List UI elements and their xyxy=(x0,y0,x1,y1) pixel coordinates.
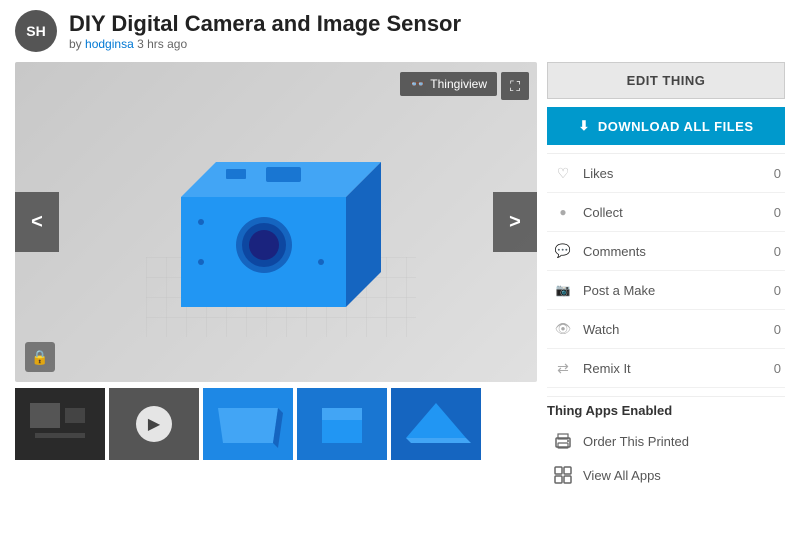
next-icon: > xyxy=(509,211,521,234)
post-make-count: 0 xyxy=(774,283,781,298)
thumb-svg-1 xyxy=(15,388,105,460)
thumbnail-3[interactable] xyxy=(203,388,293,460)
thumbnail-5[interactable] xyxy=(391,388,481,460)
watch-label: Watch xyxy=(583,322,774,337)
printer-icon xyxy=(551,429,575,453)
collect-count: 0 xyxy=(774,205,781,220)
lock-button[interactable]: 🔒 xyxy=(25,342,55,372)
download-icon: ⬇ xyxy=(578,118,589,134)
thumb-svg-5 xyxy=(391,388,481,460)
action-list: ♡ Likes 0 ● Collect 0 💬 Comments 0 📷 Pos… xyxy=(547,153,785,388)
likes-label: Likes xyxy=(583,166,774,181)
action-collect[interactable]: ● Collect 0 xyxy=(547,193,785,232)
watch-icon: 👁 xyxy=(551,317,575,341)
apps-icon xyxy=(551,463,575,487)
apps-title: Thing Apps Enabled xyxy=(547,403,785,418)
thumbnail-1[interactable] xyxy=(15,388,105,460)
prev-icon: < xyxy=(31,211,43,234)
thumb-svg-3 xyxy=(203,388,293,460)
thumbnail-4[interactable] xyxy=(297,388,387,460)
play-icon: ▶ xyxy=(136,406,172,442)
edit-thing-button[interactable]: EDIT THING xyxy=(547,62,785,99)
likes-count: 0 xyxy=(774,166,781,181)
camera-3d-model xyxy=(126,97,426,347)
lock-icon: 🔒 xyxy=(31,349,48,366)
download-button[interactable]: ⬇ DOWNLOAD ALL FILES xyxy=(547,107,785,145)
left-panel: 👓 Thingiview ⛶ < > 🔒 xyxy=(15,62,537,492)
thumb-svg-4 xyxy=(297,388,387,460)
post-make-icon: 📷 xyxy=(551,278,575,302)
action-watch[interactable]: 👁 Watch 0 xyxy=(547,310,785,349)
title-area: DIY Digital Camera and Image Sensor by h… xyxy=(69,11,461,51)
collect-icon: ● xyxy=(551,200,575,224)
camera-svg xyxy=(126,97,426,347)
glasses-icon: 👓 xyxy=(410,77,425,91)
fullscreen-button[interactable]: ⛶ xyxy=(501,72,529,100)
time-ago: 3 hrs ago xyxy=(137,37,187,51)
thingiview-button[interactable]: 👓 Thingiview xyxy=(400,72,497,96)
next-button[interactable]: > xyxy=(493,192,537,252)
view-all-apps-item[interactable]: View All Apps xyxy=(547,458,785,492)
order-printed-item[interactable]: Order This Printed xyxy=(547,424,785,458)
action-post-make[interactable]: 📷 Post a Make 0 xyxy=(547,271,785,310)
viewer-background xyxy=(15,62,537,382)
comments-count: 0 xyxy=(774,244,781,259)
view-all-apps-label: View All Apps xyxy=(583,468,661,483)
main-content: 👓 Thingiview ⛶ < > 🔒 xyxy=(0,62,800,492)
remix-label: Remix It xyxy=(583,361,774,376)
right-panel: EDIT THING ⬇ DOWNLOAD ALL FILES ♡ Likes … xyxy=(537,62,785,492)
image-viewer: 👓 Thingiview ⛶ < > 🔒 xyxy=(15,62,537,382)
likes-icon: ♡ xyxy=(551,161,575,185)
author-link[interactable]: hodginsa xyxy=(85,37,134,51)
site-logo: SH xyxy=(15,10,57,52)
collect-label: Collect xyxy=(583,205,774,220)
comments-label: Comments xyxy=(583,244,774,259)
watch-count: 0 xyxy=(774,322,781,337)
remix-count: 0 xyxy=(774,361,781,376)
prev-button[interactable]: < xyxy=(15,192,59,252)
post-make-label: Post a Make xyxy=(583,283,774,298)
page-header: SH DIY Digital Camera and Image Sensor b… xyxy=(0,0,800,62)
thumbnail-strip: ▶ xyxy=(15,388,537,460)
page-title: DIY Digital Camera and Image Sensor xyxy=(69,11,461,37)
remix-icon: ⇄ xyxy=(551,356,575,380)
action-remix[interactable]: ⇄ Remix It 0 xyxy=(547,349,785,388)
order-printed-label: Order This Printed xyxy=(583,434,689,449)
action-likes[interactable]: ♡ Likes 0 xyxy=(547,154,785,193)
comments-icon: 💬 xyxy=(551,239,575,263)
fullscreen-icon: ⛶ xyxy=(510,78,520,95)
subtitle: by hodginsa 3 hrs ago xyxy=(69,37,461,51)
action-comments[interactable]: 💬 Comments 0 xyxy=(547,232,785,271)
thumbnail-2[interactable]: ▶ xyxy=(109,388,199,460)
apps-section: Thing Apps Enabled Order This Printed xyxy=(547,396,785,492)
